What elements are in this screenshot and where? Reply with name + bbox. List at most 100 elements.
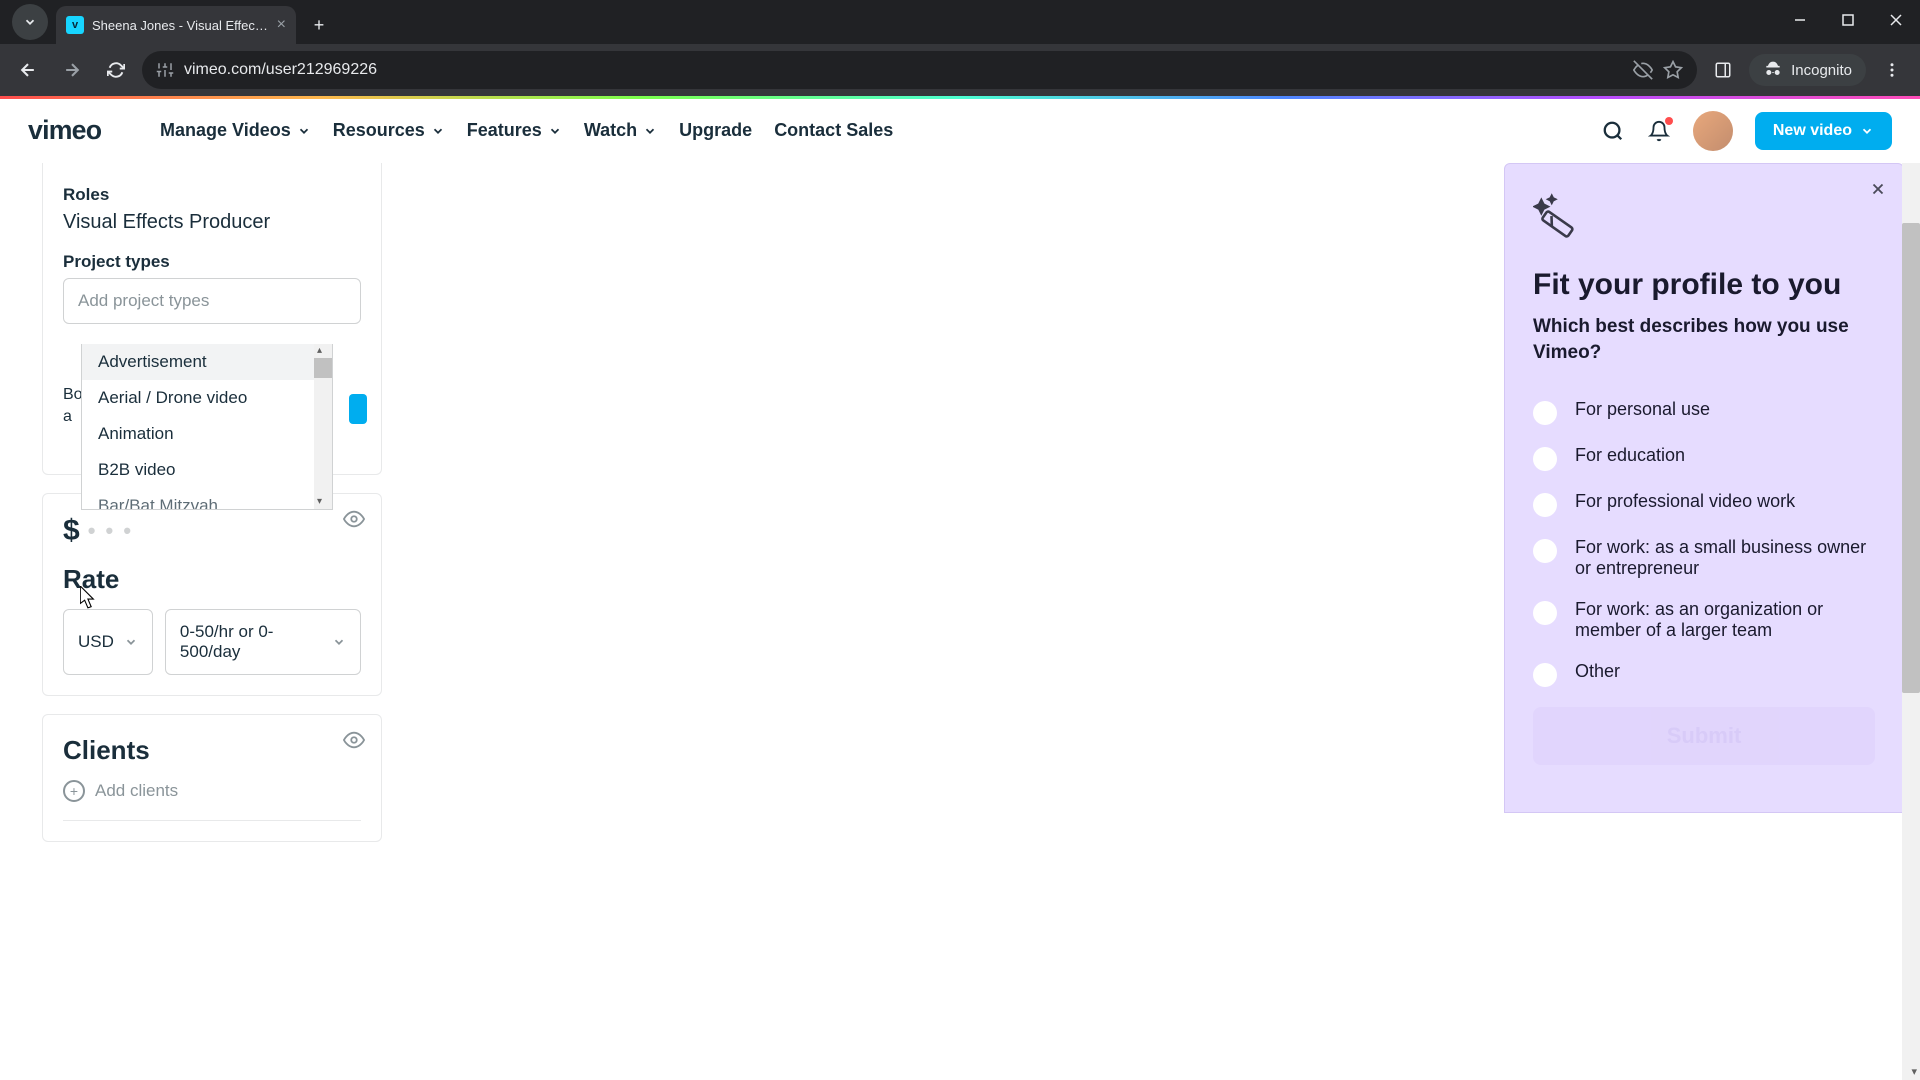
rate-title: Rate: [63, 564, 361, 595]
tab-close-icon[interactable]: ×: [277, 16, 286, 34]
survey-submit-button[interactable]: Submit: [1533, 707, 1875, 765]
nav-watch[interactable]: Watch: [584, 120, 657, 141]
site-settings-icon[interactable]: [156, 61, 174, 79]
dropdown-scrollbar[interactable]: ▴ ▾: [314, 344, 332, 509]
scroll-up-arrow-icon[interactable]: ▴: [317, 345, 329, 357]
chevron-down-icon: [1860, 124, 1874, 138]
nav-features[interactable]: Features: [467, 120, 562, 141]
nav-manage-videos[interactable]: Manage Videos: [160, 120, 311, 141]
radio-icon: [1533, 401, 1557, 425]
currency-select[interactable]: USD: [63, 609, 153, 675]
back-button[interactable]: [10, 52, 46, 88]
survey-option[interactable]: For work: as a small business owner or e…: [1533, 537, 1875, 579]
dropdown-option[interactable]: B2B video: [82, 452, 332, 488]
radio-icon: [1533, 447, 1557, 471]
obscured-text: Boa: [63, 384, 83, 429]
chevron-down-icon: [124, 635, 138, 649]
rate-display: $• • •: [63, 514, 361, 548]
rate-dots: • • •: [88, 518, 133, 544]
browser-chrome: v Sheena Jones - Visual Effects P × + vi…: [0, 0, 1920, 96]
profile-sidebar: Roles Visual Effects Producer Project ty…: [42, 163, 382, 860]
incognito-icon: [1763, 60, 1783, 80]
nav-contact-sales[interactable]: Contact Sales: [774, 120, 893, 141]
minimize-button[interactable]: [1776, 0, 1824, 40]
forward-button[interactable]: [54, 52, 90, 88]
roles-value: Visual Effects Producer: [63, 211, 361, 234]
clients-card: Clients + Add clients: [42, 714, 382, 842]
radio-icon: [1533, 493, 1557, 517]
user-avatar[interactable]: [1693, 111, 1733, 151]
vimeo-logo[interactable]: vimeo: [28, 115, 138, 147]
address-bar: vimeo.com/user212969226 Incognito: [0, 44, 1920, 96]
rate-range-select[interactable]: 0-50/hr or 0-500/day: [165, 609, 361, 675]
page-content: Roles Visual Effects Producer Project ty…: [0, 163, 1920, 1080]
search-button[interactable]: [1601, 119, 1625, 143]
scroll-down-arrow-icon[interactable]: ▾: [317, 496, 329, 508]
tab-title: Sheena Jones - Visual Effects P: [92, 18, 269, 33]
notifications-button[interactable]: [1647, 119, 1671, 143]
page-scrollbar[interactable]: ▾: [1902, 163, 1920, 1080]
page-scroll-thumb[interactable]: [1902, 223, 1920, 693]
browser-tab[interactable]: v Sheena Jones - Visual Effects P ×: [56, 6, 296, 44]
notification-dot-icon: [1665, 117, 1673, 125]
incognito-indicator[interactable]: Incognito: [1749, 54, 1866, 86]
chevron-down-icon: [297, 124, 311, 138]
dropdown-option[interactable]: Advertisement: [82, 344, 332, 380]
survey-close-button[interactable]: [1869, 180, 1887, 198]
window-controls: [1776, 0, 1920, 40]
project-types-input[interactable]: Add project types: [63, 278, 361, 324]
clients-title: Clients: [63, 735, 361, 766]
tab-bar: v Sheena Jones - Visual Effects P × +: [0, 0, 1920, 44]
dropdown-option[interactable]: Animation: [82, 416, 332, 452]
site-header: vimeo Manage Videos Resources Features W…: [0, 99, 1920, 163]
radio-icon: [1533, 539, 1557, 563]
divider: [63, 820, 361, 821]
survey-option[interactable]: For education: [1533, 445, 1875, 471]
scroll-down-arrow-icon[interactable]: ▾: [1911, 1065, 1917, 1078]
eye-off-icon[interactable]: [1633, 60, 1653, 80]
new-video-button[interactable]: New video: [1755, 112, 1892, 150]
plus-circle-icon: +: [63, 780, 85, 802]
rate-card: $• • • Rate USD 0-50/hr or 0-500/day: [42, 493, 382, 696]
close-window-button[interactable]: [1872, 0, 1920, 40]
survey-option[interactable]: For professional video work: [1533, 491, 1875, 517]
magic-wand-icon: [1533, 192, 1875, 242]
url-field[interactable]: vimeo.com/user212969226: [142, 51, 1697, 89]
side-panel-button[interactable]: [1705, 52, 1741, 88]
nav-upgrade[interactable]: Upgrade: [679, 120, 752, 141]
project-types-label: Project types: [63, 252, 361, 272]
new-tab-button[interactable]: +: [304, 10, 334, 40]
reload-button[interactable]: [98, 52, 134, 88]
add-clients-button[interactable]: + Add clients: [63, 780, 361, 802]
browser-menu-button[interactable]: [1874, 52, 1910, 88]
visibility-toggle-icon[interactable]: [343, 729, 365, 751]
nav-resources[interactable]: Resources: [333, 120, 445, 141]
roles-label: Roles: [63, 185, 361, 205]
chevron-down-icon: [332, 635, 346, 649]
chevron-down-icon: [431, 124, 445, 138]
url-text: vimeo.com/user212969226: [184, 61, 377, 79]
survey-option[interactable]: Other: [1533, 661, 1875, 687]
onboarding-survey-panel: Fit your profile to you Which best descr…: [1504, 163, 1904, 813]
visibility-toggle-icon[interactable]: [343, 508, 365, 530]
project-types-dropdown[interactable]: Advertisement Aerial / Drone video Anima…: [81, 344, 333, 510]
roles-project-card: Roles Visual Effects Producer Project ty…: [42, 163, 382, 475]
obscured-button-edge: [349, 394, 367, 424]
tab-search-button[interactable]: [12, 4, 48, 40]
dropdown-scroll-thumb[interactable]: [314, 358, 332, 378]
chevron-down-icon: [643, 124, 657, 138]
maximize-button[interactable]: [1824, 0, 1872, 40]
svg-text:vimeo: vimeo: [28, 115, 102, 145]
radio-icon: [1533, 663, 1557, 687]
dropdown-option[interactable]: Bar/Bat Mitzvah: [82, 488, 332, 510]
incognito-label: Incognito: [1791, 62, 1852, 79]
survey-option[interactable]: For work: as an organization or member o…: [1533, 599, 1875, 641]
survey-title: Fit your profile to you: [1533, 268, 1875, 302]
dropdown-option[interactable]: Aerial / Drone video: [82, 380, 332, 416]
radio-icon: [1533, 601, 1557, 625]
survey-subtitle: Which best describes how you use Vimeo?: [1533, 314, 1875, 365]
chevron-down-icon: [548, 124, 562, 138]
bookmark-star-icon[interactable]: [1663, 60, 1683, 80]
survey-option[interactable]: For personal use: [1533, 399, 1875, 425]
vimeo-favicon-icon: v: [66, 16, 84, 34]
